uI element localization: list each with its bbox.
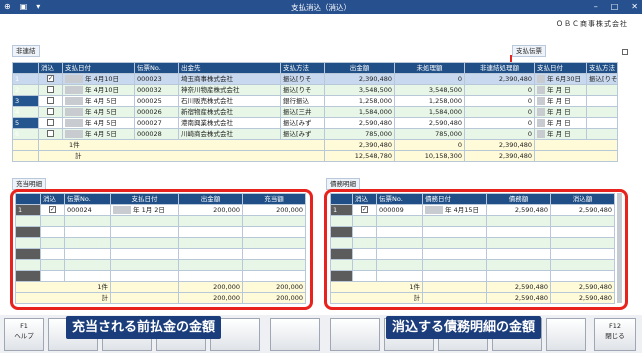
- caption-left: 充当される前払金の金額: [66, 316, 222, 339]
- maximize-icon[interactable]: □: [611, 1, 619, 13]
- tab-nonlinked[interactable]: 非連結: [12, 45, 40, 57]
- minimize-icon[interactable]: –: [594, 1, 598, 13]
- summary-row-count: 1件 2,390,480 0 2,390,480: [12, 139, 618, 151]
- col-nonlinked[interactable]: 非連結処理額: [464, 62, 535, 74]
- clear-checkbox[interactable]: [47, 130, 54, 137]
- table-row[interactable]: 3 年 4月 5日 000025 石川販売株式会社 銀行振込 1,258,000…: [12, 95, 618, 107]
- company-name: ＯＢＣ商事株式会社: [556, 20, 628, 28]
- caption-right: 消込する債務明細の金額: [386, 316, 542, 339]
- col-unprocessed[interactable]: 未処理額: [394, 62, 465, 74]
- table-row[interactable]: 1 ✓ 年 4月10日 000023 埼玉商事株式会社 振込[りそ 2,390,…: [12, 73, 618, 85]
- main-table: 消込 支払日付 伝票No. 出金先 支払方法 出金額 未処理額 非連結処理額 支…: [12, 62, 618, 162]
- clear-checkbox[interactable]: [47, 86, 54, 93]
- col-amount[interactable]: 出金額: [324, 62, 395, 74]
- f12-close-button[interactable]: F12 閉じる: [594, 318, 636, 351]
- function-key-button[interactable]: [546, 318, 586, 351]
- function-key-button[interactable]: [330, 318, 380, 351]
- title-bar: ⊕ ▣ ▾ 支払消込（消込） – □ ✕: [0, 0, 642, 14]
- col-payee[interactable]: 出金先: [178, 62, 281, 74]
- highlight-right-detail: [324, 189, 628, 310]
- col-pay-date[interactable]: 支払日付: [534, 62, 587, 74]
- tab-payment-slip[interactable]: 支払伝票: [512, 45, 546, 57]
- clear-checkbox[interactable]: ✓: [47, 75, 54, 82]
- clear-checkbox[interactable]: [47, 108, 54, 115]
- col-slip[interactable]: 伝票No.: [134, 62, 179, 74]
- col-clear[interactable]: 消込: [38, 62, 63, 74]
- table-row[interactable]: 6 年 4月 5日 000028 川崎商会株式会社 振込[みず 785,000 …: [12, 128, 618, 140]
- layout-icon[interactable]: [622, 49, 628, 55]
- table-row[interactable]: 5 年 4月 5日 000027 港南興業株式会社 振込[みず 2,590,48…: [12, 117, 618, 129]
- summary-row-total: 計 12,548,780 10,158,300 2,390,480: [12, 150, 618, 162]
- window-title: 支払消込（消込）: [291, 3, 351, 12]
- table-header-row: 消込 支払日付 伝票No. 出金先 支払方法 出金額 未処理額 非連結処理額 支…: [12, 62, 618, 74]
- column-marker: [510, 55, 512, 62]
- f1-help-button[interactable]: F1 ヘルプ: [4, 318, 44, 351]
- function-key-button[interactable]: [270, 318, 320, 351]
- table-row[interactable]: 4 年 4月 5日 000026 新宿物産株式会社 振込[三井 1,584,00…: [12, 106, 618, 118]
- col-method[interactable]: 支払方法: [280, 62, 325, 74]
- clear-checkbox[interactable]: [47, 119, 54, 126]
- col-pay-method[interactable]: 支払方法: [586, 62, 618, 74]
- clear-checkbox[interactable]: [47, 97, 54, 104]
- close-icon[interactable]: ✕: [631, 1, 638, 13]
- highlight-left-detail: [10, 189, 313, 310]
- table-row[interactable]: 2 年 4月10日 000032 神奈川物産株式会社 振込[りそ 3,548,5…: [12, 84, 618, 96]
- col-date[interactable]: 支払日付: [62, 62, 135, 74]
